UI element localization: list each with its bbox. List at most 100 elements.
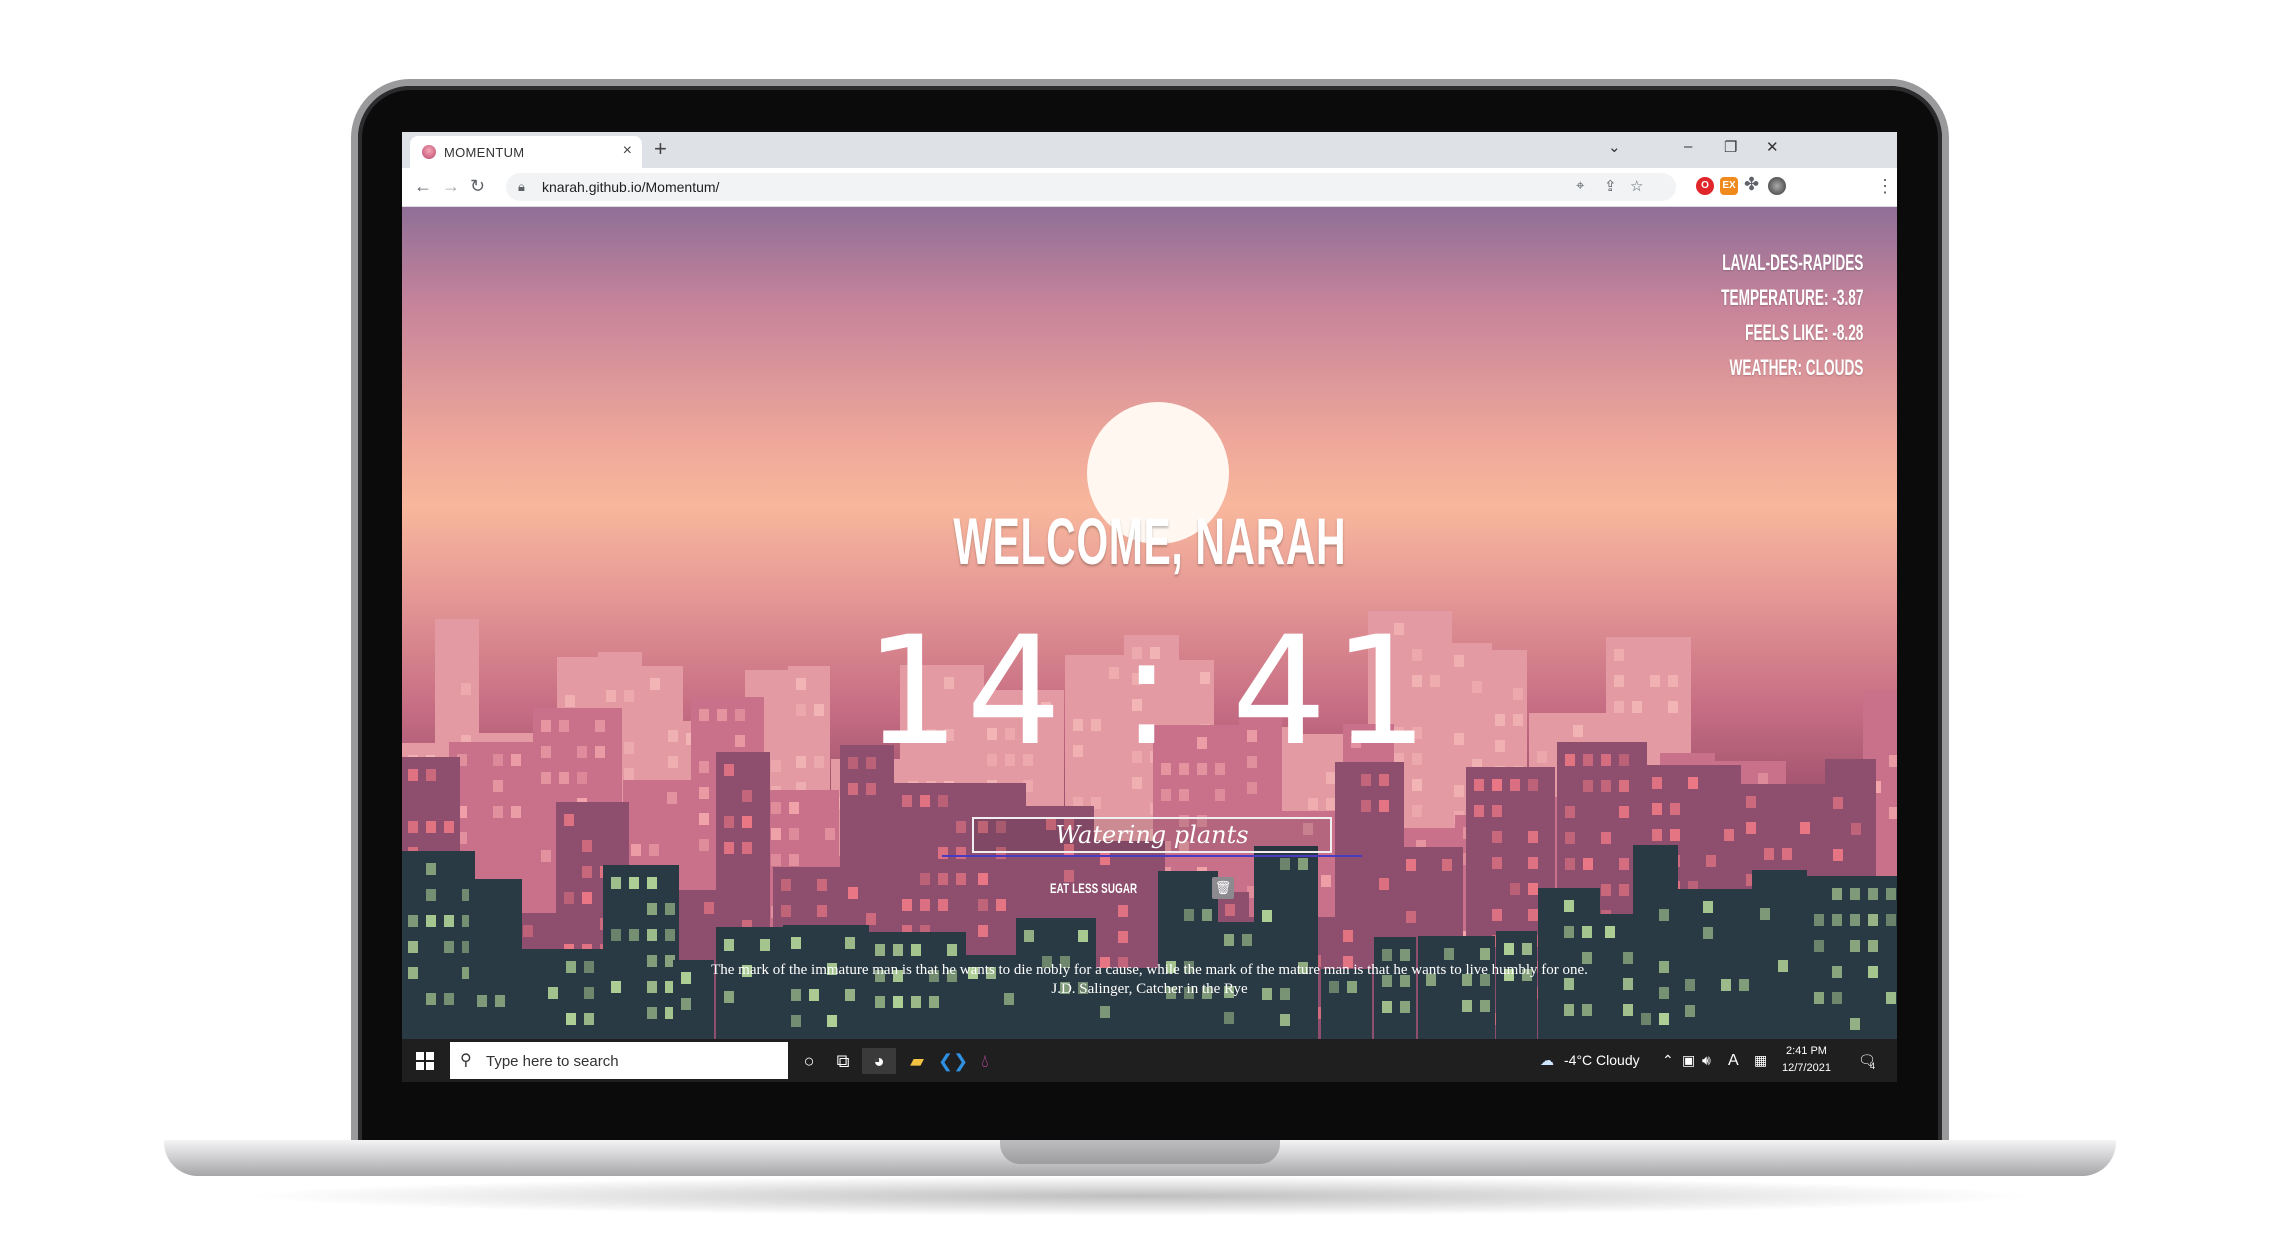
- building-window: [1833, 849, 1843, 861]
- building-window: [1528, 857, 1538, 869]
- building-window: [742, 842, 752, 854]
- minimize-button[interactable]: –: [1684, 138, 1692, 155]
- opera-extension-icon[interactable]: O: [1696, 177, 1714, 195]
- close-window-button[interactable]: ✕: [1766, 138, 1779, 156]
- lock-icon: 🔒︎: [518, 179, 525, 194]
- chevron-up-icon[interactable]: ⌃: [1662, 1052, 1674, 1069]
- building-window: [1379, 878, 1389, 890]
- taskbar-search-input[interactable]: ⚲ Type here to search: [450, 1042, 788, 1079]
- building-window: [1442, 859, 1452, 871]
- vscode-icon[interactable]: ❮❯: [938, 1048, 968, 1074]
- building-window: [611, 929, 621, 941]
- building-window: [1224, 1012, 1234, 1024]
- building-window: [426, 863, 436, 875]
- building-window: [1850, 888, 1860, 900]
- building-window: [1886, 888, 1896, 900]
- forward-arrow-icon[interactable]: →: [442, 176, 460, 197]
- building-window: [1225, 904, 1235, 916]
- building-window: [1492, 857, 1502, 869]
- maximize-button[interactable]: ❐: [1724, 138, 1737, 156]
- building-window: [771, 854, 781, 866]
- building-window: [493, 780, 503, 792]
- building-window: [1889, 807, 1897, 819]
- building-window: [1652, 803, 1662, 815]
- building-window: [1583, 858, 1593, 870]
- building-window: [1321, 875, 1331, 887]
- search-placeholder: Type here to search: [486, 1053, 619, 1070]
- building-window: [791, 1015, 801, 1027]
- building-window: [699, 787, 709, 799]
- menu-kebab-icon[interactable]: ⋮: [1876, 176, 1894, 197]
- building-window: [444, 941, 454, 953]
- building-window: [1688, 777, 1698, 789]
- building-window: [866, 783, 876, 795]
- building-window: [541, 772, 551, 784]
- building-window: [647, 877, 657, 889]
- building-window: [704, 902, 714, 914]
- building-window: [1528, 831, 1538, 843]
- location-pin-icon[interactable]: ⌖: [1576, 177, 1584, 194]
- trash-icon[interactable]: 🗑︎: [1212, 877, 1234, 899]
- volume-icon[interactable]: 🔊︎: [1702, 1052, 1711, 1069]
- task-view-icon[interactable]: ⧉: [830, 1048, 856, 1074]
- building: [402, 851, 475, 1039]
- building-window: [1382, 949, 1392, 961]
- chrome-icon[interactable]: ◕: [862, 1048, 896, 1074]
- taskbar-weather[interactable]: -4°C Cloudy: [1564, 1052, 1640, 1068]
- address-bar[interactable]: 🔒︎ knarah.github.io/Momentum/ ⌖ ⇪ ☆: [506, 173, 1676, 201]
- building: [1633, 845, 1678, 1039]
- building-window: [582, 840, 592, 852]
- building-window: [1492, 805, 1502, 817]
- file-explorer-icon[interactable]: ▰: [904, 1048, 930, 1074]
- building-window: [631, 844, 641, 856]
- greeting: WELCOME, NARAH: [402, 503, 1897, 579]
- building-window: [1782, 848, 1792, 860]
- bookmark-star-icon[interactable]: ☆: [1630, 177, 1643, 195]
- network-icon[interactable]: ▣: [1682, 1052, 1695, 1069]
- building-window: [1406, 911, 1416, 923]
- cloud-icon[interactable]: ☁: [1540, 1052, 1554, 1069]
- building-window: [938, 795, 948, 807]
- building-window: [956, 847, 966, 859]
- profile-avatar[interactable]: [1768, 177, 1786, 195]
- building-window: [938, 847, 948, 859]
- building-window: [1298, 858, 1308, 870]
- building-window: [1406, 859, 1416, 871]
- building-window: [649, 844, 659, 856]
- reload-icon[interactable]: ↻: [470, 176, 485, 197]
- share-icon[interactable]: ⇪: [1604, 177, 1617, 195]
- building-window: [1833, 797, 1843, 809]
- building-window: [681, 998, 691, 1010]
- new-tab-button[interactable]: +: [654, 136, 667, 162]
- building-window: [1528, 883, 1538, 895]
- building-window: [1118, 905, 1128, 917]
- focus-input[interactable]: Watering plants: [972, 817, 1332, 853]
- building-window: [771, 828, 781, 840]
- building-window: [408, 821, 418, 833]
- back-arrow-icon[interactable]: ←: [414, 176, 432, 197]
- app-drop-icon[interactable]: 💧︎: [972, 1048, 998, 1074]
- building-window: [1280, 1014, 1290, 1026]
- building-window: [1280, 858, 1290, 870]
- building-window: [408, 769, 418, 781]
- tab-search-icon[interactable]: ⌄: [1608, 138, 1621, 156]
- building-window: [1161, 789, 1171, 801]
- browser-tab[interactable]: MOMENTUM ×: [410, 136, 642, 168]
- building-window: [1601, 780, 1611, 792]
- building-window: [1565, 832, 1575, 844]
- windows-start-icon[interactable]: [416, 1052, 434, 1070]
- tab-close-button[interactable]: ×: [623, 142, 632, 160]
- extensions-puzzle-icon[interactable]: ✤: [1744, 174, 1759, 195]
- ime-icon[interactable]: ▦: [1754, 1052, 1767, 1069]
- extension-badge-icon[interactable]: EX: [1720, 177, 1738, 195]
- building-window: [866, 913, 876, 925]
- building-window: [699, 813, 709, 825]
- language-indicator[interactable]: A: [1728, 1052, 1739, 1070]
- taskbar-clock[interactable]: 2:41 PM 12/7/2021: [1782, 1043, 1831, 1077]
- momentum-page: LAVAL-DES-RAPIDES TEMPERATURE: -3.87 FEE…: [402, 207, 1897, 1039]
- building-window: [582, 892, 592, 904]
- building-window: [444, 821, 454, 833]
- building-window: [1868, 888, 1878, 900]
- cortana-icon[interactable]: ○: [796, 1048, 822, 1074]
- taskbar-date: 12/7/2021: [1782, 1062, 1831, 1074]
